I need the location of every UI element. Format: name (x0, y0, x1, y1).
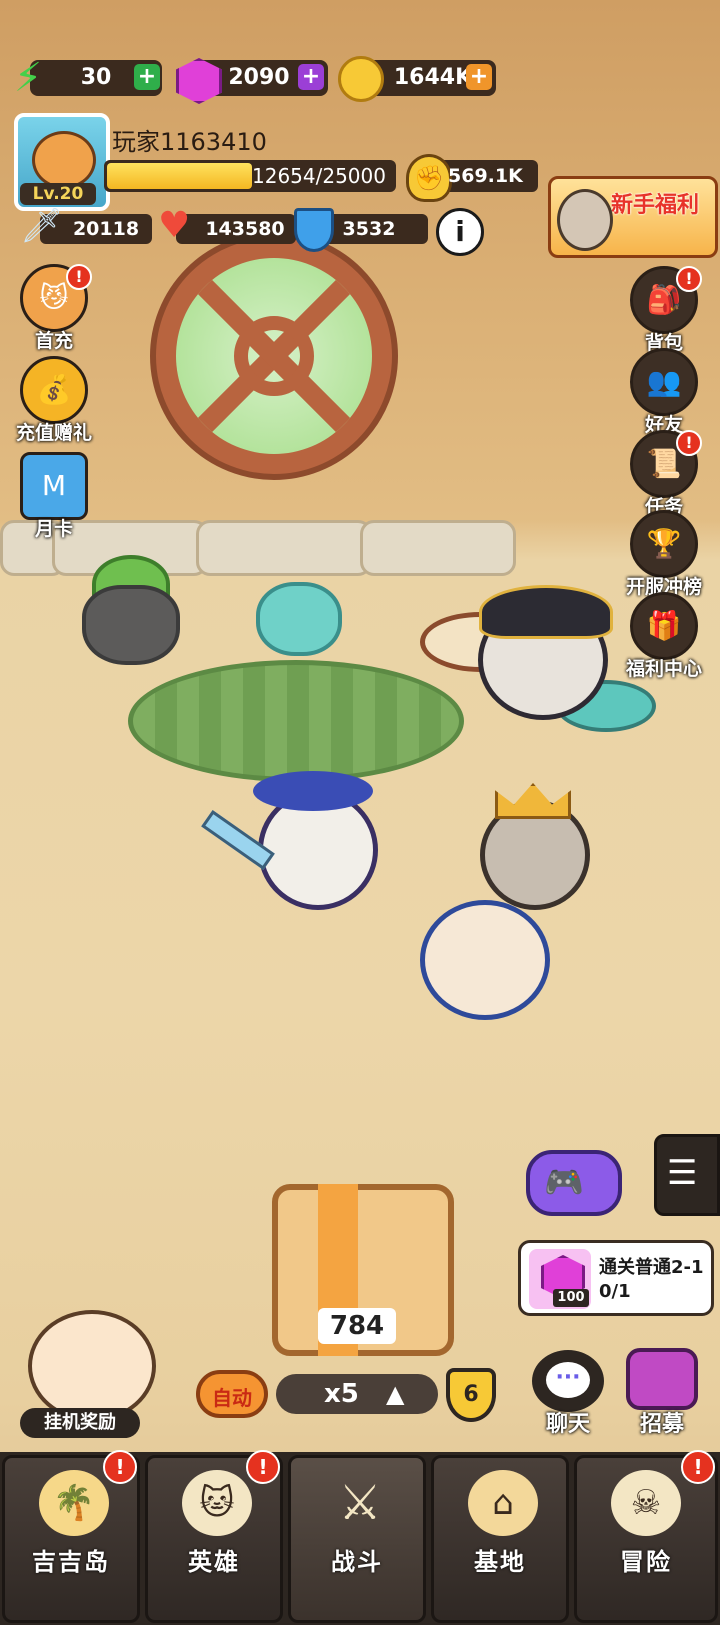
quest-progress: 0/1 (599, 1281, 631, 1302)
crossed-swords-icon: ⚔ (338, 1475, 382, 1531)
green-rug (128, 660, 464, 782)
heart-icon: ♥ (158, 205, 191, 246)
lightning-icon: ⚡ (14, 55, 43, 101)
lucky-cat-icon (28, 1310, 156, 1422)
crown (495, 783, 571, 819)
gamepad-icon: 🎮 (544, 1163, 584, 1201)
adventure-skull-icon: ☠ (611, 1470, 681, 1536)
add-energy-button[interactable]: + (134, 64, 160, 90)
quest-reward-amount: 100 (553, 1289, 589, 1307)
chat-bubble-icon: ··· (532, 1350, 604, 1412)
swordsman-cat-character[interactable] (253, 771, 378, 910)
nav-tab-adventure[interactable]: ☠ 冒险 ! (574, 1450, 718, 1623)
idle-reward-button[interactable]: 挂机奖励 (14, 1296, 164, 1442)
quest-reward-box: 100 (529, 1249, 591, 1309)
first-recharge-label: 首充 (34, 330, 73, 352)
nav-adventure-label: 冒险 (620, 1548, 672, 1576)
king-cat-icon (557, 189, 613, 251)
palm-island-icon: 🌴 (39, 1470, 109, 1536)
backpack-button[interactable]: 🎒 背包 ! (622, 266, 706, 355)
task-button[interactable]: 📜 任务 ! (622, 430, 706, 519)
wall-stone (196, 520, 372, 576)
player-name: 玩家1163410 (112, 128, 267, 156)
teal-kettle (256, 582, 342, 656)
nav-battle-label: 战斗 (331, 1548, 383, 1576)
nav-base-label: 基地 (474, 1548, 526, 1576)
auto-label: 自动 (212, 1386, 252, 1410)
multiplier-value: x5 (324, 1379, 359, 1409)
coin-icon (338, 56, 384, 102)
recharge-gift-label: 充值赠礼 (15, 422, 92, 444)
notification-badge: ! (66, 264, 92, 290)
first-recharge-button[interactable]: 😼 首充 ! (12, 264, 96, 353)
swordsman-hat (253, 771, 373, 811)
xp-bar: 12654/25000 (104, 160, 396, 192)
power-value: 569.1K (448, 165, 523, 187)
player-level: Lv.20 (20, 183, 96, 205)
power-panel: ✊ 569.1K (406, 154, 538, 202)
chat-button[interactable]: ··· 聊天 (528, 1350, 608, 1437)
quest-title: 通关普通2-1 (599, 1257, 704, 1278)
notification-badge: ! (676, 266, 702, 292)
notification-badge: ! (103, 1450, 137, 1484)
month-card-label: 月卡 (34, 518, 73, 540)
chest-count: 784 (318, 1308, 396, 1344)
welfare-center-label: 福利中心 (625, 658, 702, 680)
sword-icon: 🗡 (20, 206, 64, 246)
recruit-button[interactable]: 招募 (622, 1344, 702, 1437)
quest-panel[interactable]: 100 通关普通2-1 0/1 (518, 1240, 714, 1316)
nav-hero-label: 英雄 (188, 1548, 240, 1576)
fist-icon: ✊ (406, 154, 452, 202)
welfare-center-button[interactable]: 🎁 福利中心 (622, 592, 706, 681)
level-badge: 6 (446, 1368, 496, 1422)
month-card-button[interactable]: M 月卡 (12, 452, 96, 541)
nav-tab-island[interactable]: 🌴 吉吉岛 ! (2, 1450, 140, 1623)
nav-tab-base[interactable]: ⌂ 基地 (431, 1455, 569, 1623)
shield-icon (294, 208, 334, 252)
friends-button[interactable]: 👥 好友 (622, 348, 706, 437)
window-ring (234, 316, 314, 396)
recruit-chest-icon (626, 1348, 698, 1410)
friends-icon: 👥 (630, 348, 698, 416)
avatar-cat-face (32, 131, 96, 189)
pirate-hat (479, 585, 613, 639)
idle-reward-label: 挂机奖励 (20, 1408, 140, 1438)
king-cat-character[interactable] (480, 783, 590, 910)
round-window (150, 232, 398, 480)
server-ranking-button[interactable]: 🏆 开服冲榜 (622, 510, 706, 599)
notification-badge: ! (676, 430, 702, 456)
add-coins-button[interactable]: + (466, 64, 492, 90)
auto-button[interactable]: 自动 (196, 1370, 268, 1418)
nav-tab-battle[interactable]: ⚔ 战斗 (288, 1455, 426, 1623)
recharge-gift-button[interactable]: 💰 充值赠礼 (12, 356, 96, 445)
worker-cat-character[interactable] (420, 900, 550, 1020)
window-glass (176, 258, 372, 454)
newbie-welfare-banner[interactable]: 新手福利 (548, 176, 718, 258)
newbie-welfare-label: 新手福利 (611, 193, 700, 218)
month-card-icon: M (20, 452, 88, 520)
money-bag-icon: 💰 (20, 356, 88, 424)
menu-list-button[interactable]: ☰ (654, 1134, 720, 1216)
add-gems-button[interactable]: + (298, 64, 324, 90)
info-icon[interactable]: i (436, 208, 484, 256)
plant-pot (82, 585, 180, 665)
arrow-up-icon: ▲ (386, 1380, 405, 1408)
pirate-cat-character[interactable] (478, 585, 613, 720)
gift-icon: 🎁 (630, 592, 698, 660)
notification-badge: ! (246, 1450, 280, 1484)
nav-tab-hero[interactable]: 🐱 英雄 ! (145, 1450, 283, 1623)
hero-icon: 🐱 (182, 1470, 252, 1536)
xp-text: 12654/25000 (252, 164, 386, 188)
nav-island-label: 吉吉岛 (32, 1548, 110, 1576)
notification-badge: ! (681, 1450, 715, 1484)
trophy-icon: 🏆 (630, 510, 698, 578)
speed-multiplier-button[interactable]: x5 ▲ (276, 1374, 438, 1414)
chat-label: 聊天 (545, 1412, 590, 1437)
wall-stone (360, 520, 516, 576)
recruit-label: 招募 (639, 1412, 684, 1437)
base-icon: ⌂ (468, 1470, 538, 1536)
list-icon: ☰ (667, 1153, 698, 1193)
minigame-button[interactable]: 🎮 (526, 1150, 622, 1216)
xp-bar-fill (107, 163, 252, 189)
